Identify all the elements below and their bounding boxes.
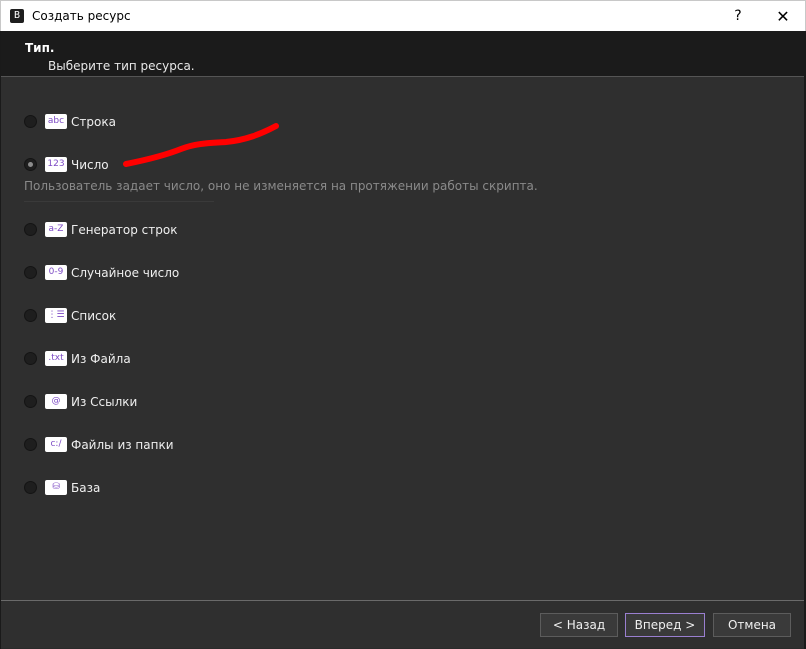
app-icon: B	[10, 9, 24, 23]
window-title: Создать ресурс	[32, 9, 131, 23]
help-button[interactable]: ?	[716, 1, 760, 32]
window-titlebar: B Создать ресурс ? ✕	[0, 0, 806, 31]
red-annotation-stroke	[123, 123, 279, 167]
back-button[interactable]: < Назад	[540, 613, 618, 637]
cancel-button[interactable]: Отмена	[713, 613, 791, 637]
page-title: Тип.	[25, 41, 55, 55]
wizard-header: Тип. Выберите тип ресурса.	[1, 31, 804, 76]
close-button[interactable]: ✕	[760, 1, 806, 32]
resource-type-list: abc Строка 123 Число Пользователь задает…	[1, 77, 804, 600]
red-annotation-scribble	[123, 123, 279, 167]
wizard-footer: < Назад Вперед > Отмена	[1, 601, 804, 648]
page-subtitle: Выберите тип ресурса.	[48, 59, 195, 73]
next-button[interactable]: Вперед >	[625, 613, 705, 637]
